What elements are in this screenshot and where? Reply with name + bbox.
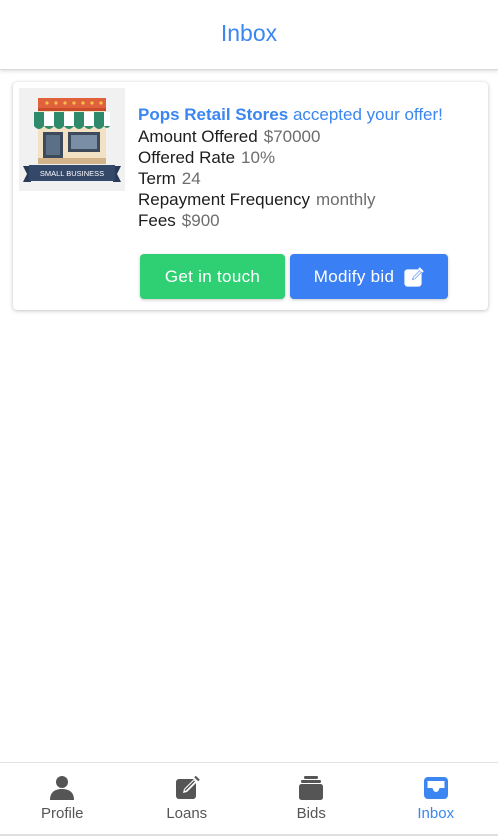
nav-label: Profile: [40, 805, 84, 822]
detail-row-rate: Offered Rate 10%: [138, 147, 480, 168]
person-icon: [50, 776, 75, 800]
app-header: Inbox: [0, 0, 498, 70]
get-in-touch-label: Get in touch: [164, 266, 261, 286]
edit-icon: [404, 266, 424, 287]
card-body: Pops Retail Stores accepted your offer! …: [138, 104, 480, 231]
detail-value: $70000: [263, 127, 321, 146]
detail-label: Offered Rate: [138, 148, 236, 167]
nav-item-bids[interactable]: Bids: [249, 763, 374, 834]
nav-label: Bids: [296, 805, 326, 822]
offer-message: accepted your offer!: [288, 105, 443, 124]
detail-value: 24: [181, 169, 201, 188]
page-title: Inbox: [220, 20, 278, 46]
detail-row-term: Term 24: [138, 168, 480, 189]
detail-label: Repayment Frequency: [138, 190, 310, 209]
detail-row-amount: Amount Offered $70000: [138, 126, 480, 147]
get-in-touch-button[interactable]: Get in touch: [140, 254, 285, 299]
bottom-navigation: Profile Loans Bids Inbox: [0, 762, 498, 834]
offer-notification: Pops Retail Stores accepted your offer!: [138, 104, 480, 126]
detail-label: Term: [138, 169, 176, 188]
nav-item-profile[interactable]: Profile: [0, 763, 125, 834]
nav-label: Loans: [166, 805, 208, 822]
detail-row-repayment: Repayment Frequency monthly: [138, 189, 480, 210]
stack-icon: [299, 776, 324, 800]
detail-value: 10%: [241, 148, 276, 167]
detail-value: $900: [181, 211, 220, 230]
inbox-message-card[interactable]: SMALL BUSINESS Pops Retail Stores accept…: [13, 82, 488, 310]
detail-value: monthly: [315, 190, 376, 209]
inbox-tray-icon: [423, 777, 448, 799]
nav-item-loans[interactable]: Loans: [125, 763, 250, 834]
nav-item-inbox[interactable]: Inbox: [374, 763, 498, 834]
edit-note-icon: [175, 775, 200, 799]
detail-row-fees: Fees $900: [138, 210, 480, 231]
modify-bid-label: Modify bid: [313, 266, 395, 286]
detail-label: Amount Offered: [138, 127, 258, 146]
small-business-store-icon: SMALL BUSINESS: [19, 88, 125, 191]
thumbnail-caption: SMALL BUSINESS: [40, 169, 104, 178]
modify-bid-button[interactable]: Modify bid: [290, 254, 448, 299]
company-link[interactable]: Pops Retail Stores: [138, 105, 288, 124]
detail-label: Fees: [138, 211, 176, 230]
nav-label: Inbox: [417, 805, 455, 822]
